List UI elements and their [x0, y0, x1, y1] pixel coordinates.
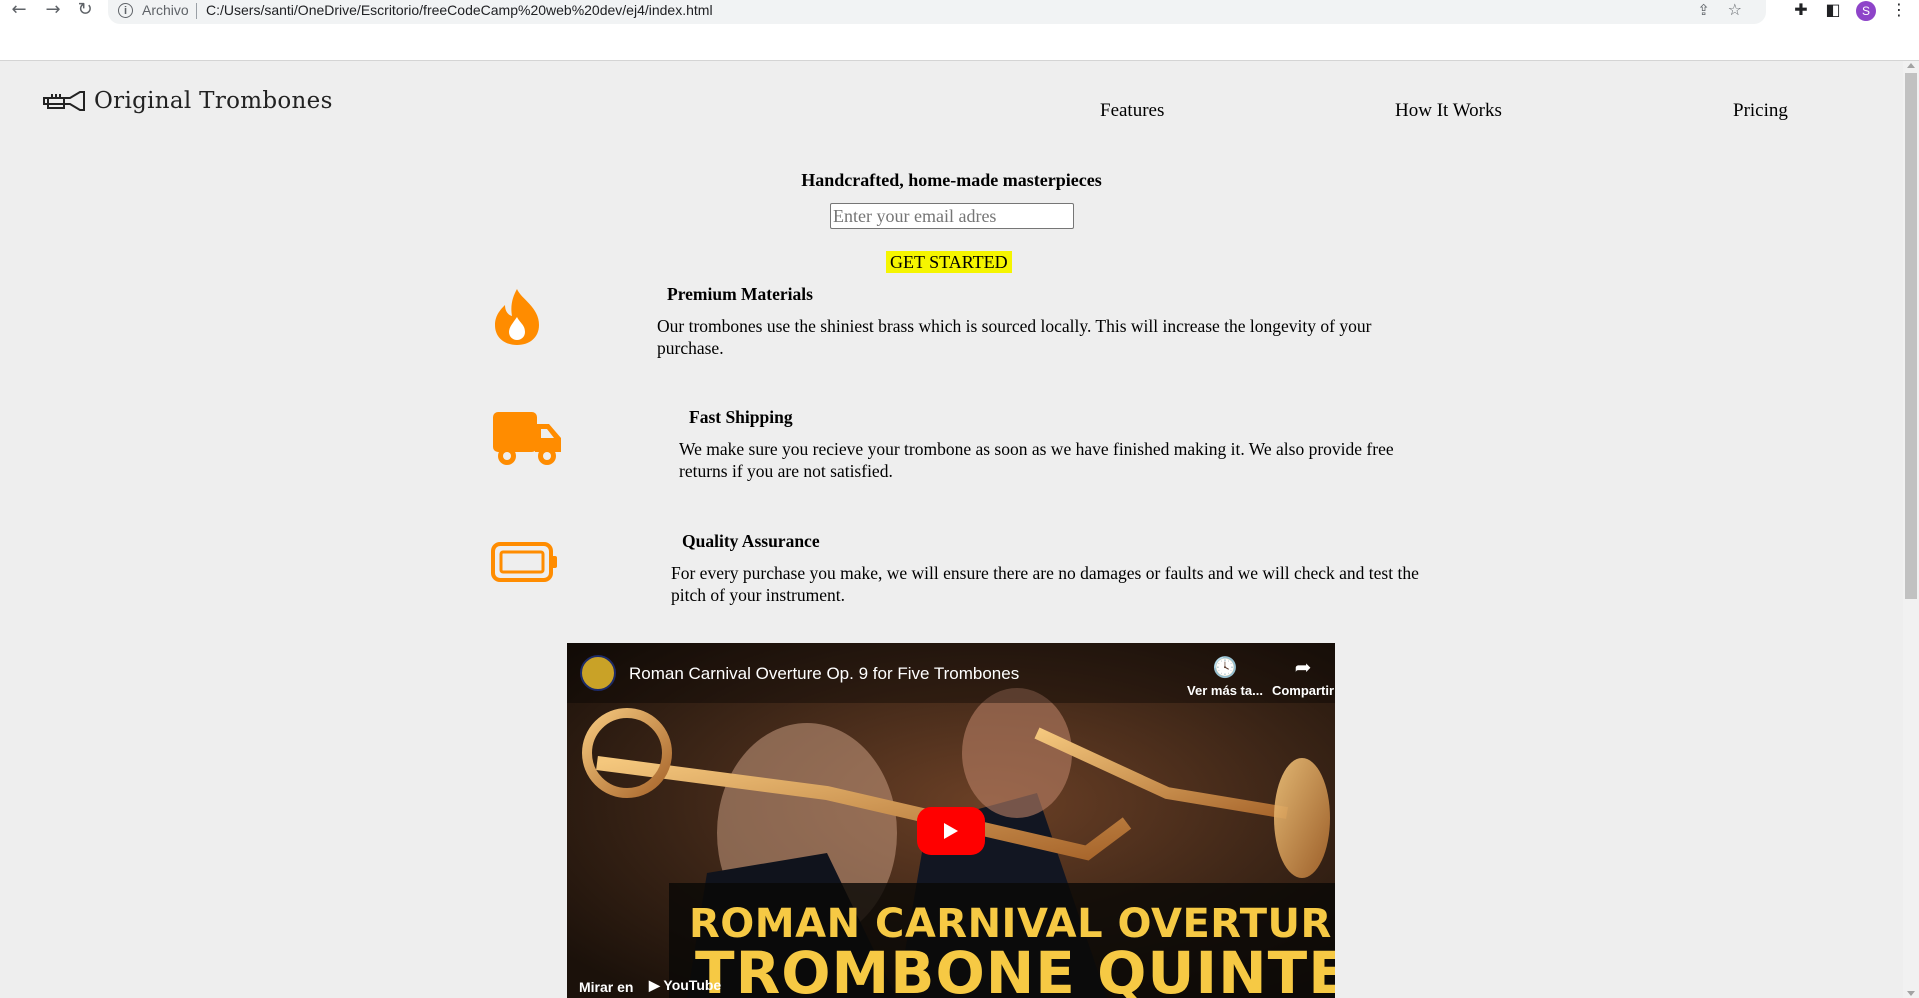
watch-later-label: Ver más ta...	[1187, 683, 1263, 698]
watch-later-button[interactable]: 🕓 Ver más ta...	[1185, 655, 1265, 698]
scroll-down-arrow-icon[interactable]	[1907, 991, 1915, 996]
web-page: Original Trombones Features How It Works…	[0, 61, 1903, 998]
feature-title-quality-assurance: Quality Assurance	[682, 531, 820, 551]
profile-avatar[interactable]: S	[1856, 1, 1876, 21]
extensions-puzzle-icon[interactable]: ✚	[1790, 0, 1812, 22]
side-panel-icon[interactable]: ◧	[1822, 0, 1844, 22]
divider	[196, 3, 197, 19]
url-text[interactable]: C:/Users/santi/OneDrive/Escritorio/freeC…	[206, 2, 713, 18]
play-button[interactable]	[917, 807, 985, 855]
scroll-up-arrow-icon[interactable]	[1907, 63, 1915, 68]
reload-icon[interactable]: ↻	[74, 0, 96, 22]
youtube-logo[interactable]: ▶ YouTube	[649, 977, 721, 994]
feature-title-premium-materials: Premium Materials	[667, 284, 813, 304]
browser-toolbar: ← → ↻ i Archivo C:/Users/santi/OneDrive/…	[0, 0, 1919, 61]
watch-on-label[interactable]: Mirar en	[579, 979, 633, 995]
address-bar[interactable]: i Archivo C:/Users/santi/OneDrive/Escrit…	[108, 0, 1766, 24]
share-arrow-icon: ➦	[1294, 655, 1312, 679]
share-button[interactable]: ➦ Compartir	[1263, 655, 1335, 698]
get-started-button[interactable]: GET STARTED	[886, 251, 1012, 273]
truck-icon	[493, 412, 561, 465]
logo-text: Original Trombones	[94, 88, 333, 114]
battery-icon	[491, 542, 557, 582]
trumpet-icon	[43, 91, 85, 111]
share-icon[interactable]: ⇪	[1697, 1, 1710, 19]
fire-icon	[495, 289, 539, 345]
hero-title: Handcrafted, home-made masterpieces	[801, 170, 1102, 190]
scheme-label: Archivo	[142, 2, 189, 18]
youtube-logo-text: YouTube	[663, 977, 722, 993]
menu-kebab-icon[interactable]: ⋮	[1888, 0, 1910, 22]
bookmark-star-icon[interactable]: ☆	[1728, 0, 1742, 19]
page-scrollbar[interactable]	[1903, 61, 1919, 998]
video-title[interactable]: Roman Carnival Overture Op. 9 for Five T…	[629, 664, 1019, 684]
feature-description-premium-materials: Our trombones use the shiniest brass whi…	[657, 316, 1372, 358]
nav-link-features[interactable]: Features	[1100, 100, 1164, 122]
back-arrow-icon[interactable]: ←	[8, 0, 30, 22]
feature-description-quality-assurance: For every purchase you make, we will ens…	[671, 563, 1419, 605]
youtube-video-embed[interactable]: Roman Carnival Overture Op. 9 for Five T…	[567, 643, 1335, 998]
nav-link-pricing[interactable]: Pricing	[1733, 100, 1788, 122]
info-icon[interactable]: i	[118, 3, 133, 18]
channel-avatar[interactable]	[580, 655, 616, 691]
clock-icon: 🕓	[1212, 655, 1238, 679]
play-icon	[944, 823, 958, 839]
forward-arrow-icon[interactable]: →	[42, 0, 64, 22]
banner-line-2: TROMBONE QUINTET	[695, 939, 1335, 998]
scrollbar-thumb[interactable]	[1905, 73, 1917, 599]
thumbnail-banner: ROMAN CARNIVAL OVERTURE TROMBONE QUINTET	[669, 883, 1335, 998]
share-label: Compartir	[1271, 683, 1335, 698]
email-input[interactable]	[830, 203, 1074, 229]
nav-link-how-it-works[interactable]: How It Works	[1395, 100, 1502, 122]
site-logo[interactable]: Original Trombones	[42, 86, 333, 116]
feature-description-fast-shipping: We make sure you recieve your trombone a…	[679, 439, 1394, 481]
feature-title-fast-shipping: Fast Shipping	[689, 407, 793, 427]
